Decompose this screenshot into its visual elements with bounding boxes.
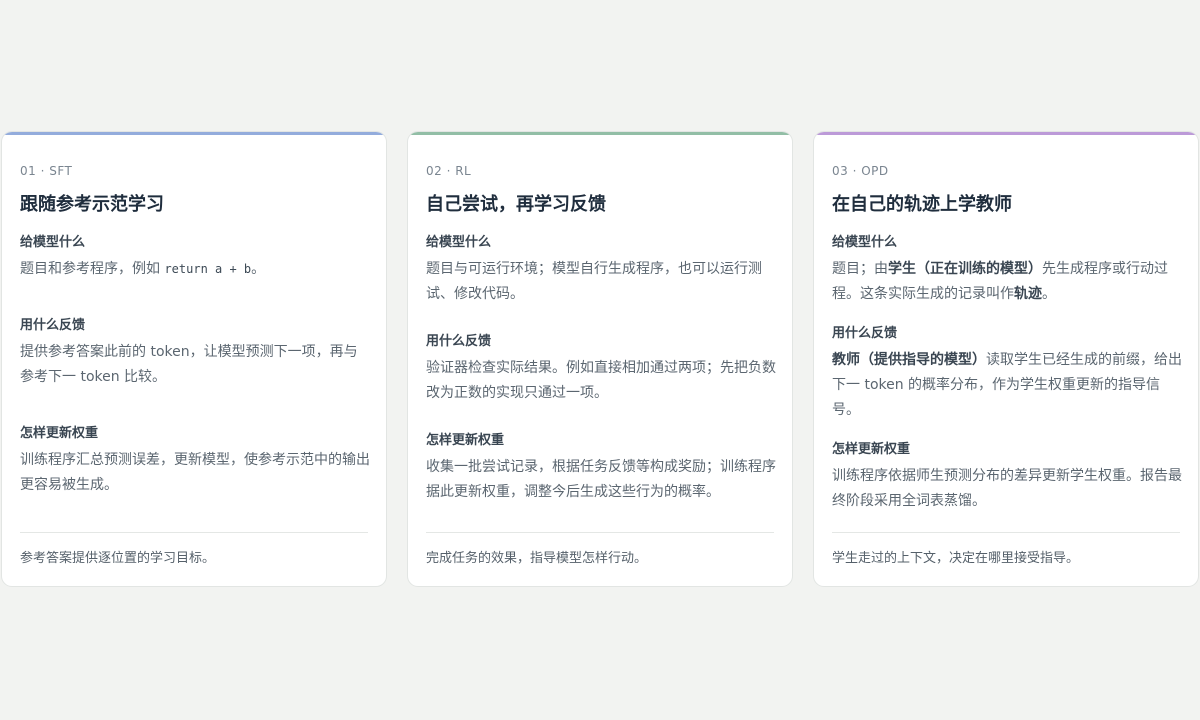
- section-body: 提供参考答案此前的 token，让模型预测下一项，再与参考下一 token 比较…: [20, 344, 358, 385]
- section-label: 用什么反馈: [832, 326, 898, 341]
- section-body: 题目；由学生（正在训练的模型）先生成程序或行动过程。这条实际生成的记录叫作轨迹。: [832, 257, 1182, 307]
- section-label: 给模型什么: [20, 235, 86, 250]
- card-footer: 参考答案提供逐位置的学习目标。: [20, 551, 216, 566]
- section-feedback: 用什么反馈 验证器检查实际结果。例如直接相加通过两项；先把负数改为正数的实现只通…: [426, 333, 776, 406]
- section-input: 给模型什么 题目和参考程序，例如 return a + b。: [20, 234, 370, 282]
- body-text: 。: [1042, 286, 1056, 302]
- card-opd: 03 · OPD 在自己的轨迹上学教师 给模型什么 题目；由学生（正在训练的模型…: [813, 131, 1199, 587]
- section-body: 教师（提供指导的模型）读取学生已经生成的前缀，给出下一 token 的概率分布，…: [832, 348, 1182, 423]
- card-eyebrow: 02 · RL: [426, 164, 472, 178]
- card-title: 在自己的轨迹上学教师: [832, 194, 1012, 215]
- section-body: 收集一批尝试记录，根据任务反馈等构成奖励；训练程序据此更新权重，调整今后生成这些…: [426, 459, 776, 500]
- body-text: 题目；由: [832, 261, 888, 277]
- card-divider: [832, 532, 1180, 533]
- section-label: 怎样更新权重: [832, 442, 911, 457]
- section-label: 怎样更新权重: [20, 426, 99, 441]
- card-sft: 01 · SFT 跟随参考示范学习 给模型什么 题目和参考程序，例如 retur…: [1, 131, 387, 587]
- trajectory-term: 轨迹: [1014, 286, 1042, 302]
- section-feedback: 用什么反馈 教师（提供指导的模型）读取学生已经生成的前缀，给出下一 token …: [832, 325, 1182, 423]
- card-rl: 02 · RL 自己尝试，再学习反馈 给模型什么 题目与可运行环境；模型自行生成…: [407, 131, 793, 587]
- section-update: 怎样更新权重 训练程序汇总预测误差，更新模型，使参考示范中的输出更容易被生成。: [20, 425, 370, 498]
- student-term: 学生（正在训练的模型）: [888, 261, 1042, 277]
- section-update: 怎样更新权重 收集一批尝试记录，根据任务反馈等构成奖励；训练程序据此更新权重，调…: [426, 432, 776, 505]
- section-label: 怎样更新权重: [426, 433, 505, 448]
- card-title: 自己尝试，再学习反馈: [426, 194, 606, 215]
- card-divider: [426, 532, 774, 533]
- section-update: 怎样更新权重 训练程序依据师生预测分布的差异更新学生权重。报告最终阶段采用全词表…: [832, 441, 1182, 514]
- card-title: 跟随参考示范学习: [20, 194, 164, 215]
- section-label: 给模型什么: [426, 235, 492, 250]
- card-eyebrow: 01 · SFT: [20, 164, 73, 178]
- section-body: 训练程序依据师生预测分布的差异更新学生权重。报告最终阶段采用全词表蒸馏。: [832, 468, 1182, 509]
- section-label: 用什么反馈: [426, 334, 492, 349]
- card-divider: [20, 532, 368, 533]
- section-feedback: 用什么反馈 提供参考答案此前的 token，让模型预测下一项，再与参考下一 to…: [20, 317, 370, 390]
- section-input: 给模型什么 题目；由学生（正在训练的模型）先生成程序或行动过程。这条实际生成的记…: [832, 234, 1182, 307]
- section-input: 给模型什么 题目与可运行环境；模型自行生成程序，也可以运行测试、修改代码。: [426, 234, 776, 307]
- card-footer: 完成任务的效果，指导模型怎样行动。: [426, 551, 648, 566]
- teacher-term: 教师（提供指导的模型）: [832, 352, 986, 368]
- section-body: 题目与可运行环境；模型自行生成程序，也可以运行测试、修改代码。: [426, 261, 762, 302]
- code-snippet: return a + b: [164, 262, 252, 276]
- section-label: 给模型什么: [832, 235, 898, 250]
- comparison-cards: 01 · SFT 跟随参考示范学习 给模型什么 题目和参考程序，例如 retur…: [0, 131, 1200, 589]
- section-body: 题目和参考程序，例如 return a + b。: [20, 257, 370, 282]
- section-body: 训练程序汇总预测误差，更新模型，使参考示范中的输出更容易被生成。: [20, 452, 370, 493]
- card-eyebrow: 03 · OPD: [832, 164, 889, 178]
- card-footer: 学生走过的上下文，决定在哪里接受指导。: [832, 551, 1080, 566]
- section-body: 验证器检查实际结果。例如直接相加通过两项；先把负数改为正数的实现只通过一项。: [426, 360, 776, 401]
- body-text-end: 。: [251, 261, 266, 277]
- body-text: 题目和参考程序，例如: [20, 261, 165, 277]
- section-label: 用什么反馈: [20, 318, 86, 333]
